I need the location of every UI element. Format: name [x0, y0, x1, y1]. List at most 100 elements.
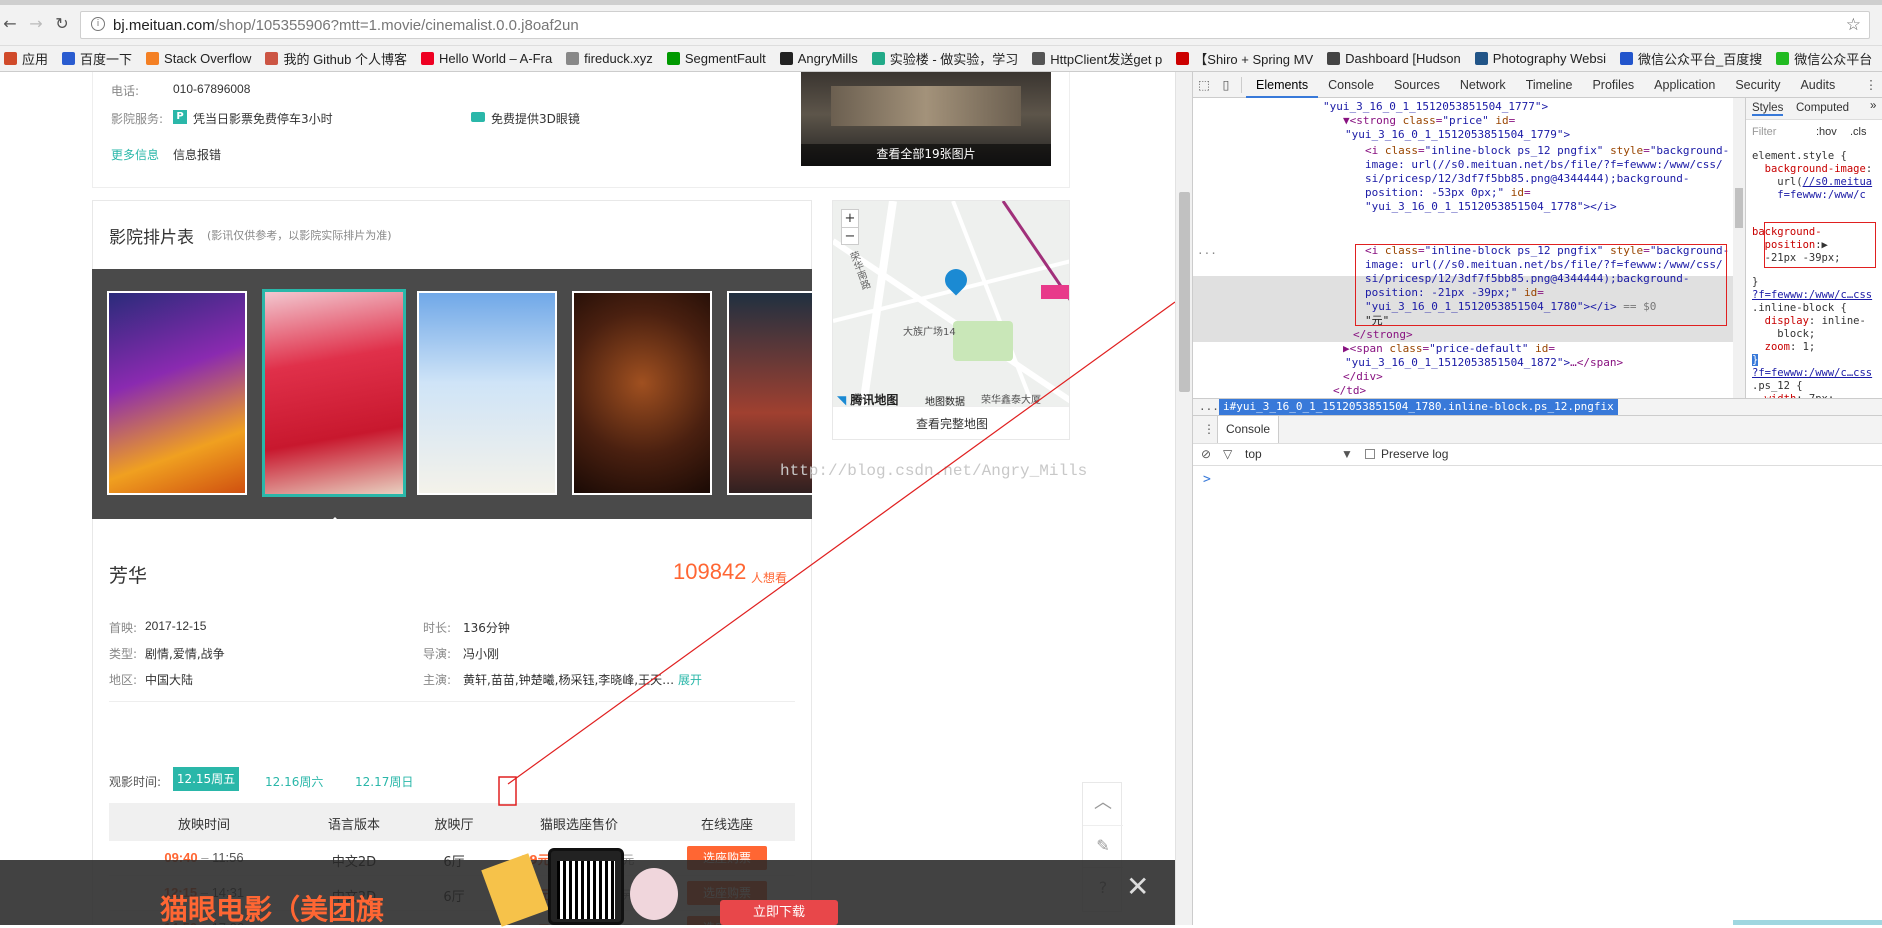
- bookmark-item[interactable]: fireduck.xyz: [566, 51, 653, 66]
- more-tabs-icon[interactable]: »: [1870, 100, 1876, 112]
- browser-toolbar: ← → ↻ i bj.meituan.com/shop/105355906?mt…: [0, 0, 1882, 46]
- page-scrollbar[interactable]: [1175, 72, 1192, 925]
- annotation-price-box: [498, 776, 517, 806]
- bookmark-label: Stack Overflow: [164, 51, 252, 66]
- drawer-menu-icon[interactable]: ⋮: [1203, 422, 1215, 436]
- bookmark-label: HttpClient发送get p: [1050, 52, 1163, 67]
- filter-icon[interactable]: ▽: [1223, 447, 1232, 461]
- dom-i-1[interactable]: <i class="inline-block ps_12 pngfix" sty…: [1365, 144, 1729, 159]
- bookmark-favicon-icon: [265, 52, 279, 65]
- context-dropdown-icon[interactable]: ▼: [1341, 447, 1353, 461]
- url-path: /shop/105355906?mtt=1.movie/cinemalist.0…: [214, 17, 579, 34]
- devtools-tab-elements[interactable]: Elements: [1246, 72, 1319, 98]
- dom-span-price-default[interactable]: ▶<span class="price-default" id=: [1343, 342, 1555, 357]
- devtools-tab-security[interactable]: Security: [1725, 72, 1790, 98]
- bookmark-item[interactable]: 实验楼 - 做实验，学习: [871, 49, 1018, 68]
- styles-inline-block: } ?f=fewww:/www/c…css .inline-block { di…: [1752, 276, 1873, 398]
- reload-icon[interactable]: ↻: [52, 14, 72, 34]
- device-toolbar-icon[interactable]: ▯: [1215, 77, 1237, 92]
- devtools-tab-timeline[interactable]: Timeline: [1516, 72, 1583, 98]
- bookmark-item[interactable]: 应用: [4, 49, 48, 68]
- bookmark-item[interactable]: Hello World – A-Fra: [420, 51, 553, 66]
- bookmark-star-icon[interactable]: ☆: [1846, 15, 1861, 35]
- breadcrumb-ellipsis[interactable]: ...: [1199, 400, 1219, 413]
- bookmark-item[interactable]: 微信公众平台_百度搜: [1620, 49, 1762, 68]
- bookmark-item[interactable]: Dashboard [Hudson: [1327, 51, 1461, 66]
- devtools-tab-console[interactable]: Console: [1318, 72, 1384, 98]
- bookmark-label: 微信公众平台_百度搜: [1638, 52, 1763, 67]
- web-page: 电话: 010-67896008 影院服务: P 凭当日影票免费停车3小时 免费…: [0, 72, 1175, 925]
- dom-strong-id: "yui_3_16_0_1_1512053851504_1779">: [1345, 128, 1571, 141]
- address-bar[interactable]: i bj.meituan.com/shop/105355906?mtt=1.mo…: [80, 11, 1870, 39]
- devtools-menu-icon[interactable]: ⋮: [1859, 77, 1882, 92]
- devtools-tab-application[interactable]: Application: [1644, 72, 1725, 98]
- bookmark-item[interactable]: 微信公众平台: [1776, 49, 1872, 68]
- devtools-tab-audits[interactable]: Audits: [1790, 72, 1845, 98]
- devtools-tab-profiles[interactable]: Profiles: [1582, 72, 1644, 98]
- bookmark-favicon-icon: [1176, 52, 1190, 65]
- tab-separator: [1241, 76, 1242, 93]
- bookmark-label: 百度一下: [80, 52, 133, 67]
- bookmark-item[interactable]: 百度一下: [62, 49, 132, 68]
- console-drawer-tab[interactable]: Console: [1217, 416, 1280, 443]
- bookmark-item[interactable]: AngryMills: [779, 51, 858, 66]
- bookmark-label: AngryMills: [797, 51, 858, 66]
- hov-toggle[interactable]: :hov: [1816, 126, 1837, 138]
- annotation-arrow-line: [507, 301, 1175, 785]
- bookmark-label: Dashboard [Hudson: [1345, 51, 1461, 66]
- bookmark-favicon-icon: [62, 52, 76, 65]
- styles-filter-input[interactable]: Filter: [1752, 126, 1776, 138]
- bookmark-item[interactable]: Stack Overflow: [146, 51, 251, 66]
- context-selector[interactable]: top: [1245, 447, 1262, 461]
- dom-strong-close: </strong>: [1353, 328, 1413, 341]
- bookmark-label: 微信公众平台: [1794, 52, 1873, 67]
- bookmark-item[interactable]: HttpClient发送get p: [1032, 49, 1162, 68]
- elements-scrollbar[interactable]: [1733, 98, 1745, 398]
- dom-breadcrumb: ... i#yui_3_16_0_1_1512053851504_1780.in…: [1193, 398, 1882, 416]
- elements-tree[interactable]: "yui_3_16_0_1_1512053851504_1777"> ▼<str…: [1193, 98, 1745, 398]
- back-arrow-icon[interactable]: ←: [0, 14, 20, 34]
- bookmark-label: 【Shiro + Spring MV: [1194, 52, 1314, 67]
- dom-td-close: </td>: [1333, 384, 1367, 397]
- bookmark-favicon-icon: [1032, 52, 1046, 65]
- bookmark-label: Photography Websi: [1492, 51, 1606, 66]
- page-scrollbar-thumb[interactable]: [1179, 192, 1190, 392]
- computed-tab[interactable]: Computed: [1796, 102, 1849, 114]
- annotation-overlay: [498, 301, 1175, 806]
- bookmark-item[interactable]: Photography Websi: [1474, 51, 1606, 66]
- clear-console-icon[interactable]: ⊘: [1201, 447, 1211, 461]
- info-icon[interactable]: i: [91, 17, 105, 31]
- bookmark-label: SegmentFault: [684, 51, 766, 66]
- dom-i-1-style-a: image: url(//s0.meituan.net/bs/file/?f=f…: [1365, 158, 1723, 171]
- inspect-element-icon[interactable]: ⬚: [1193, 77, 1215, 92]
- dom-strong-open[interactable]: ▼<strong class="price" id=: [1343, 114, 1515, 129]
- qr-code: [557, 861, 615, 919]
- close-banner-icon[interactable]: ✕: [1126, 870, 1149, 903]
- elements-scroll-thumb[interactable]: [1735, 188, 1743, 228]
- styles-rules: element.style { background-image: url(//…: [1752, 150, 1873, 201]
- preserve-log-checkbox[interactable]: [1365, 449, 1375, 459]
- devtools-tabs: ⬚ ▯ Elements Console Sources Network Timelin…: [1193, 72, 1882, 98]
- devtools-tablist: Elements Console Sources Network Timeline Pro…: [1246, 72, 1845, 98]
- console-prompt[interactable]: >: [1203, 472, 1211, 487]
- styles-tab[interactable]: Styles: [1752, 102, 1784, 116]
- bookmark-item[interactable]: 我的 Github 个人博客: [265, 49, 407, 68]
- forward-arrow-icon[interactable]: →: [26, 14, 46, 34]
- bookmark-favicon-icon: [4, 52, 17, 65]
- download-button[interactable]: 立即下载: [720, 900, 838, 925]
- bookmark-label: fireduck.xyz: [584, 51, 653, 66]
- bookmark-favicon-icon: [666, 52, 680, 65]
- annotation-element-box: [1355, 244, 1727, 326]
- bookmark-item[interactable]: SegmentFault: [666, 51, 766, 66]
- breadcrumb-selected[interactable]: i#yui_3_16_0_1_1512053851504_1780.inline…: [1219, 399, 1618, 415]
- dom-i-1-style-b: si/pricesp/12/3df7f5bb85.png@4344444);ba…: [1365, 172, 1690, 185]
- bookmark-item[interactable]: 【Shiro + Spring MV: [1176, 49, 1313, 68]
- cls-toggle[interactable]: .cls: [1850, 126, 1867, 138]
- preserve-log-label: Preserve log: [1381, 447, 1449, 461]
- bookmark-favicon-icon: [1474, 52, 1488, 65]
- devtools-tab-sources[interactable]: Sources: [1384, 72, 1450, 98]
- bookmark-favicon-icon: [1327, 52, 1341, 65]
- bookmark-label: Hello World – A-Fra: [438, 51, 553, 66]
- dom-i-1-style-c: position: -53px 0px;": [1365, 186, 1505, 199]
- devtools-tab-network[interactable]: Network: [1450, 72, 1516, 98]
